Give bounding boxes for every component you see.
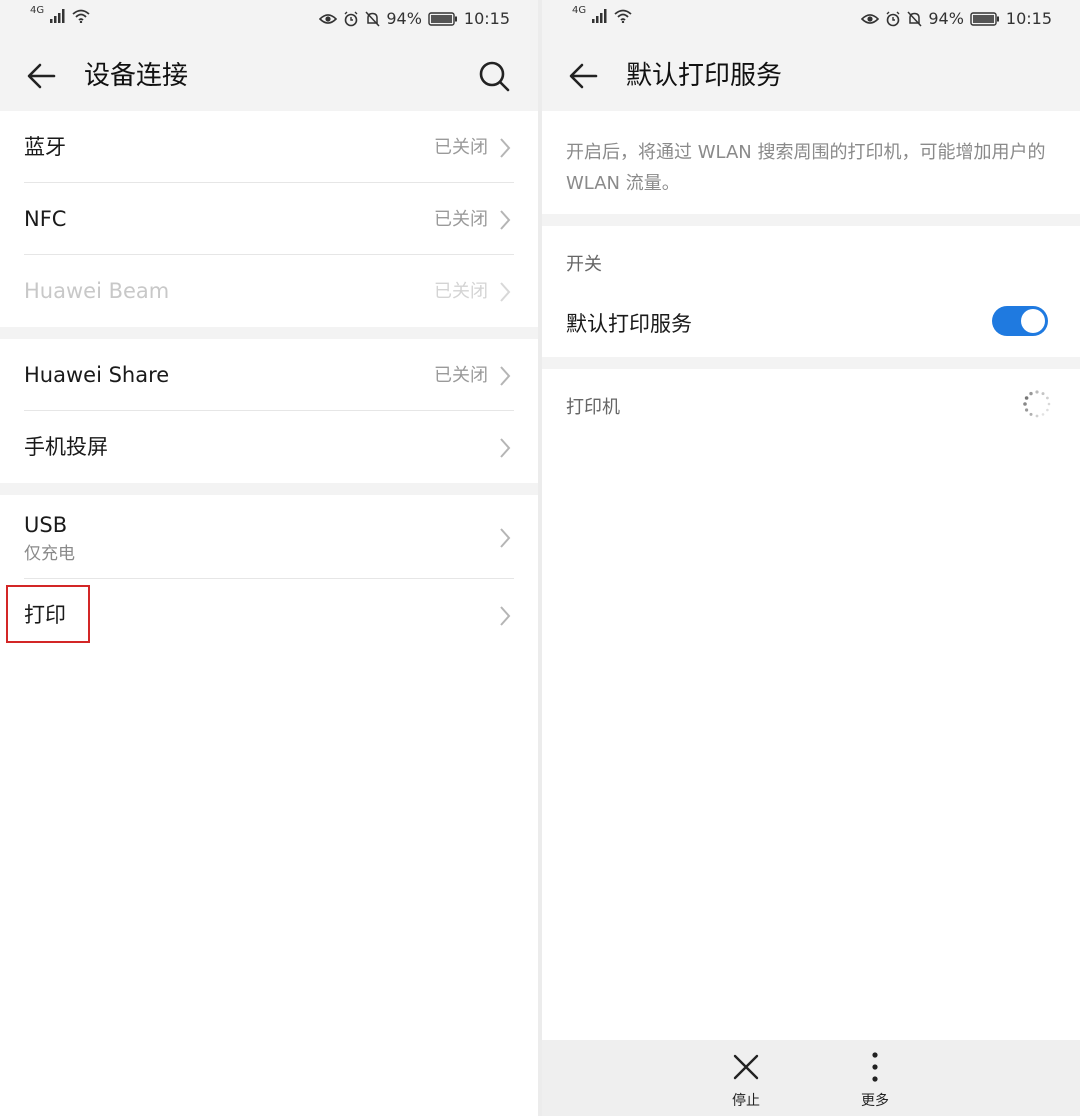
chevron-right-icon	[500, 138, 511, 158]
list-item-label: NFC	[24, 207, 67, 231]
mute-bell-icon	[907, 10, 922, 27]
chevron-right-icon	[500, 210, 511, 230]
status-bar: 4G 94% 10:15	[542, 0, 1080, 40]
list-item-usb[interactable]: USB 仅充电	[0, 495, 538, 579]
app-header: 默认打印服务	[542, 44, 1080, 110]
section-gap	[542, 357, 1080, 369]
list-item-value: 已关闭	[434, 365, 488, 386]
bottom-action-bar: 停止 更多	[542, 1040, 1080, 1116]
status-left: 4G	[572, 5, 632, 23]
settings-list: 蓝牙 已关闭 NFC 已关闭 Huawei Beam 已关闭 Huawei Sh…	[0, 111, 538, 651]
section-title: 开关	[566, 254, 602, 275]
page-title: 设备连接	[84, 61, 189, 91]
status-left: 4G	[30, 5, 90, 23]
battery-icon	[970, 11, 999, 26]
status-right: 94% 10:15	[319, 9, 510, 28]
mute-bell-icon	[365, 10, 380, 27]
list-item-label: Huawei Share	[24, 363, 170, 387]
status-bar: 4G 94% 10:15	[0, 0, 538, 40]
battery-icon	[428, 11, 457, 26]
stop-button[interactable]: 停止	[706, 1050, 786, 1112]
print-service-toggle[interactable]	[992, 306, 1048, 336]
list-item-value: 已关闭	[434, 209, 488, 230]
app-header: 设备连接	[0, 44, 538, 110]
alarm-icon	[344, 11, 358, 26]
list-item-label: 打印	[24, 603, 66, 627]
eye-icon	[319, 13, 338, 24]
battery-percent: 94%	[386, 9, 422, 28]
wifi-icon	[72, 9, 90, 23]
arrow-left-icon	[569, 63, 598, 89]
close-icon	[733, 1054, 759, 1080]
chevron-right-icon	[500, 606, 511, 626]
list-item-label: USB	[24, 513, 68, 537]
alarm-icon	[886, 11, 900, 26]
section-gap	[0, 483, 538, 495]
list-item-huawei-beam: Huawei Beam 已关闭	[0, 255, 538, 327]
list-item-sublabel: 仅充电	[24, 544, 75, 564]
list-item-screen-projection[interactable]: 手机投屏	[0, 411, 538, 483]
switch-section: 开关 默认打印服务	[542, 226, 1080, 357]
list-item-huawei-share[interactable]: Huawei Share 已关闭	[0, 339, 538, 411]
eye-icon	[861, 13, 880, 24]
back-button[interactable]	[22, 56, 62, 96]
list-item-nfc[interactable]: NFC 已关闭	[0, 183, 538, 255]
description-text: 开启后，将通过 WLAN 搜索周围的打印机，可能增加用户的 WLAN 流量。	[566, 142, 1046, 194]
chevron-right-icon	[500, 438, 511, 458]
list-item-label: Huawei Beam	[24, 279, 170, 303]
more-button[interactable]: 更多	[835, 1050, 915, 1112]
list-item-print[interactable]: 打印	[0, 579, 538, 651]
wifi-icon	[614, 9, 632, 23]
chevron-right-icon	[500, 282, 511, 302]
network-type: 4G	[30, 4, 45, 16]
printer-section: 打印机	[542, 369, 1080, 439]
list-item-label: 蓝牙	[24, 135, 66, 159]
list-item-value: 已关闭	[434, 281, 488, 302]
section-gap	[0, 327, 538, 339]
list-item-label: 手机投屏	[24, 435, 108, 459]
battery-percent: 94%	[928, 9, 964, 28]
arrow-left-icon	[27, 63, 56, 89]
section-title: 打印机	[566, 397, 620, 418]
chevron-right-icon	[500, 528, 511, 548]
section-gap	[542, 214, 1080, 226]
list-item-bluetooth[interactable]: 蓝牙 已关闭	[0, 111, 538, 183]
status-right: 94% 10:15	[861, 9, 1052, 28]
clock: 10:15	[463, 9, 510, 28]
signal-icon	[50, 9, 65, 23]
toggle-label: 默认打印服务	[566, 312, 692, 336]
more-vertical-icon	[872, 1052, 878, 1082]
signal-icon	[592, 9, 607, 23]
description-section: 开启后，将通过 WLAN 搜索周围的打印机，可能增加用户的 WLAN 流量。	[542, 111, 1080, 214]
back-button[interactable]	[564, 56, 604, 96]
more-label: 更多	[861, 1093, 889, 1109]
search-icon	[479, 61, 510, 92]
stop-label: 停止	[732, 1093, 760, 1109]
network-type: 4G	[572, 4, 587, 16]
search-button[interactable]	[474, 56, 514, 96]
list-item-value: 已关闭	[434, 137, 488, 158]
clock: 10:15	[1005, 9, 1052, 28]
loading-spinner-icon	[1023, 390, 1051, 418]
left-screen: 4G 94% 10:15 设备连接 蓝牙 已关闭 NFC 已关闭 Huawei …	[0, 0, 538, 1116]
page-title: 默认打印服务	[626, 61, 783, 91]
right-screen: 4G 94% 10:15 默认打印服务 开启后，将通过 WLAN 搜索周围的打印…	[542, 0, 1080, 1116]
chevron-right-icon	[500, 366, 511, 386]
toggle-knob	[1021, 309, 1045, 333]
